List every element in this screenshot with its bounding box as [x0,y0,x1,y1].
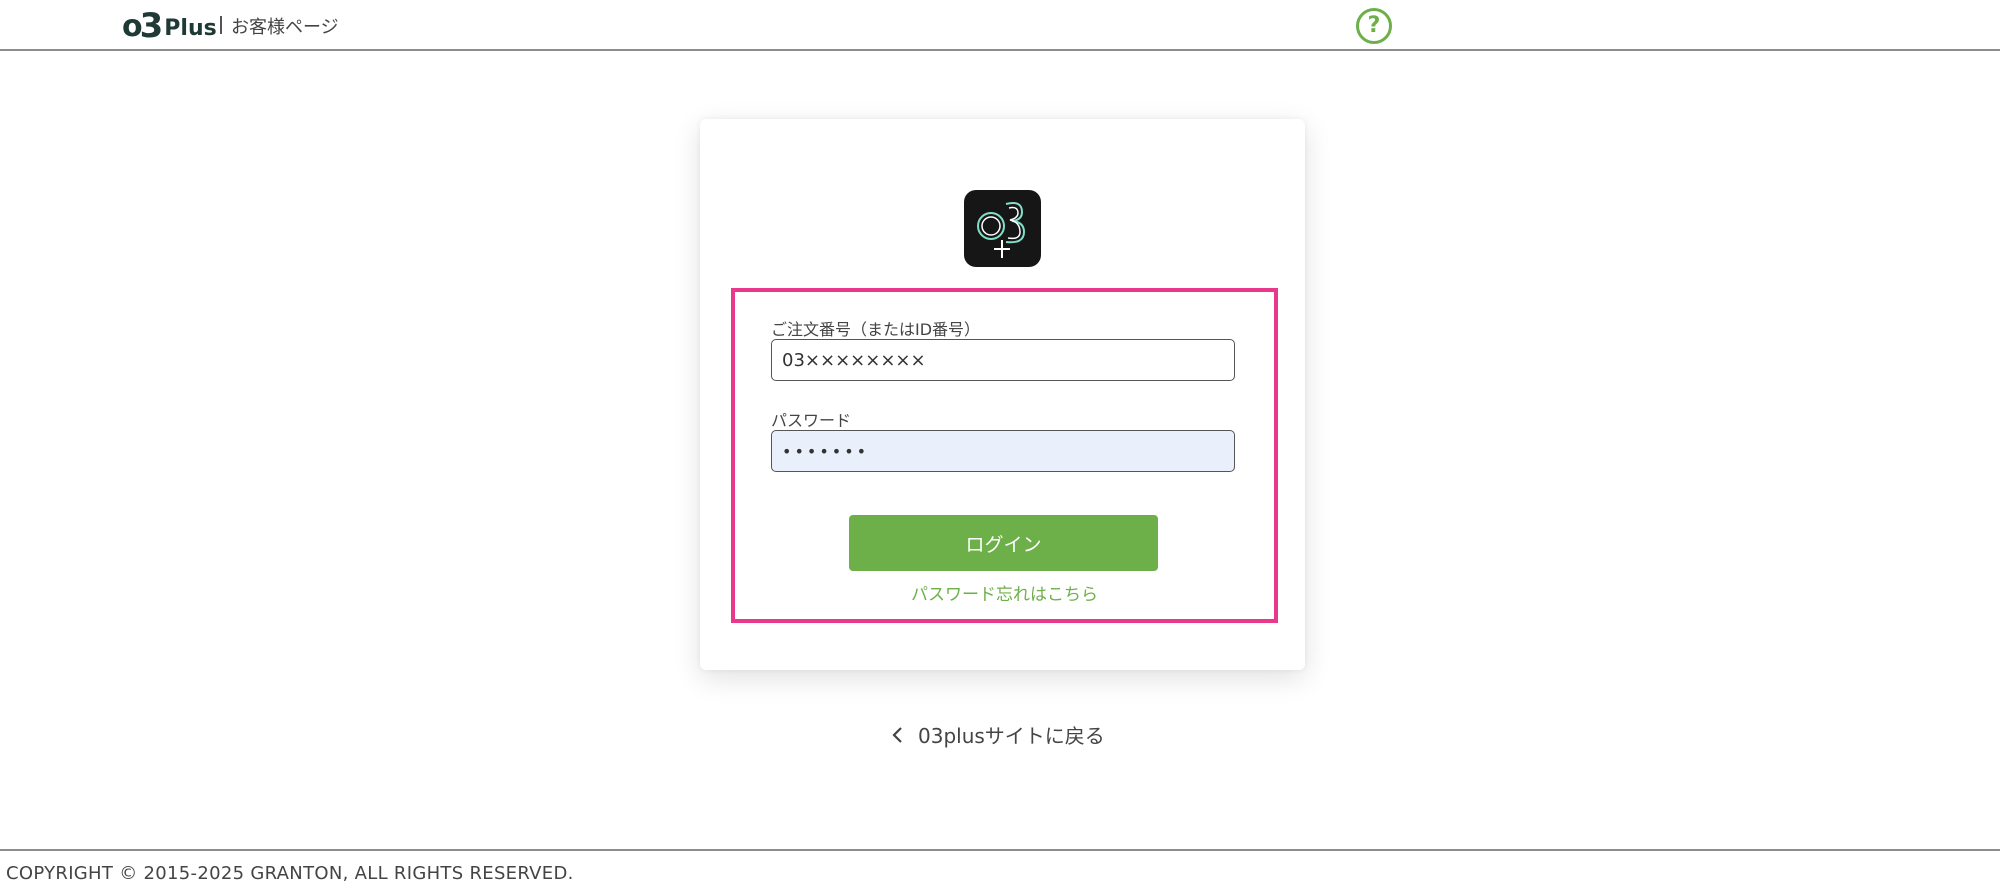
help-circle-icon[interactable]: ? [1356,8,1392,44]
copyright-text: COPYRIGHT © 2015-2025 GRANTON, ALL RIGHT… [6,863,574,884]
o3plus-app-icon [964,190,1041,267]
o3plus-app-icon-graphic [977,202,1026,258]
chevron-left-icon [892,726,902,743]
o3plus-logo[interactable]: o 3 Plus [122,6,217,46]
login-form-highlight: ご注文番号（またはID番号） パスワード ログイン パスワード忘れはこちら [731,288,1278,623]
logo-digit-3: 3 [139,6,164,46]
header-divider [220,16,222,34]
footer-divider [0,849,2000,851]
login-button[interactable]: ログイン [849,515,1158,571]
order-number-input[interactable] [771,339,1235,381]
back-to-site-label: 03plusサイトに戻る [918,724,1105,748]
forgot-password-link[interactable]: パスワード忘れはこちら [735,580,1274,605]
login-card: ご注文番号（またはID番号） パスワード ログイン パスワード忘れはこちら [700,119,1305,670]
order-number-label: ご注文番号（またはID番号） [771,320,981,339]
back-to-site-link[interactable]: 03plusサイトに戻る [890,720,1105,749]
password-input[interactable] [771,430,1235,472]
logo-word-plus: Plus [164,16,217,41]
page-subtitle: お客様ページ [231,17,339,38]
site-header: o 3 Plus お客様ページ ? [0,0,2000,51]
password-label: パスワード [771,411,852,430]
